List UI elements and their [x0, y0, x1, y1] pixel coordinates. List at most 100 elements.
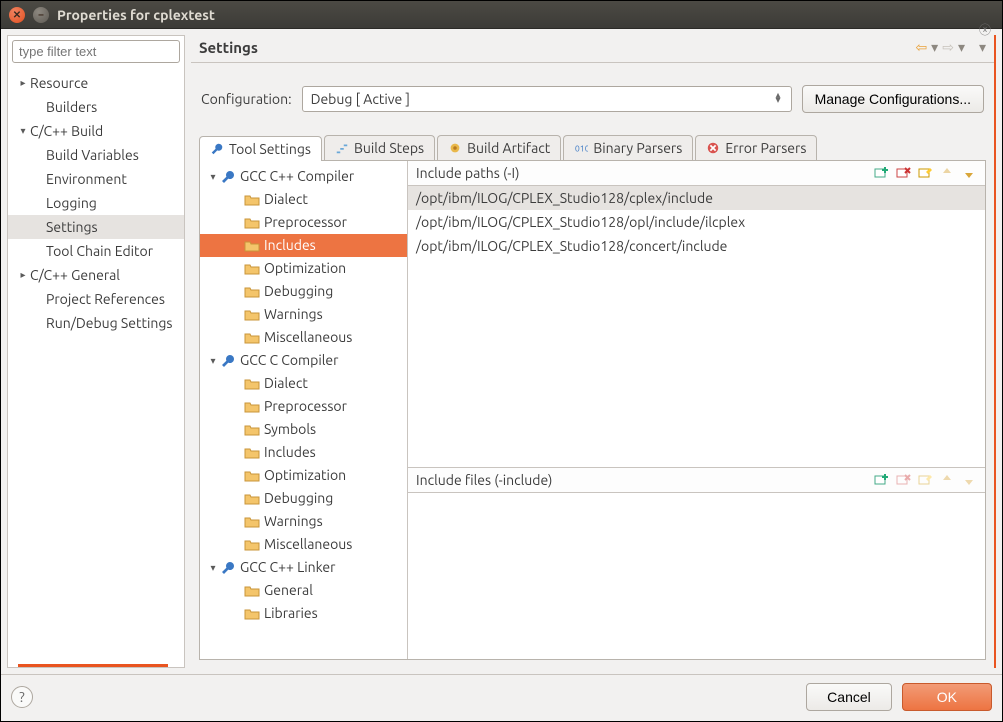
forward-icon[interactable]: [942, 39, 954, 56]
tool-tree-label: Preprocessor: [264, 395, 347, 418]
list-item[interactable]: /opt/ibm/ILOG/CPLEX_Studio128/concert/in…: [408, 234, 985, 258]
accent-bar: [18, 664, 168, 667]
sidebar-item[interactable]: ▸C/C++ General: [8, 263, 184, 287]
tree-twistie-icon[interactable]: ▾: [16, 120, 30, 142]
tool-tree-item[interactable]: Optimization: [200, 464, 407, 487]
list-item[interactable]: /opt/ibm/ILOG/CPLEX_Studio128/cplex/incl…: [408, 186, 985, 210]
list-item[interactable]: /opt/ibm/ILOG/CPLEX_Studio128/opl/includ…: [408, 210, 985, 234]
tool-tree-item[interactable]: ▾ GCC C++ Linker: [200, 556, 407, 579]
tool-tree-item[interactable]: Miscellaneous: [200, 326, 407, 349]
sidebar-item-label: Builders: [46, 96, 97, 118]
tool-tree-item[interactable]: Dialect: [200, 188, 407, 211]
window-minimize-icon[interactable]: –: [33, 7, 49, 23]
tree-twistie-icon[interactable]: ▸: [16, 72, 30, 94]
titlebar[interactable]: ✕ – Properties for cplextest: [1, 1, 1002, 29]
window-close-icon[interactable]: ✕: [9, 7, 25, 23]
sidebar-item[interactable]: Tool Chain Editor: [8, 239, 184, 263]
tree-twistie-icon[interactable]: ▾: [206, 165, 220, 188]
tool-tree-label: Preprocessor: [264, 211, 347, 234]
tool-tree-item[interactable]: Dialect: [200, 372, 407, 395]
sidebar-item-label: Logging: [46, 192, 97, 214]
move-down-icon[interactable]: [961, 472, 977, 488]
tool-tree-item[interactable]: Includes: [200, 441, 407, 464]
help-button[interactable]: ?: [11, 686, 33, 708]
sidebar-item-label: Project References: [46, 288, 165, 310]
folder-icon: [244, 537, 260, 553]
tab-label: Tool Settings: [229, 141, 311, 157]
tab-binary-parsers[interactable]: 010Binary Parsers: [563, 135, 693, 160]
tool-tree-label: GCC C++ Linker: [240, 556, 335, 579]
configuration-select[interactable]: Debug [ Active ]: [302, 86, 792, 112]
tool-tree[interactable]: ▾GCC C++ CompilerDialectPreprocessorIncl…: [200, 161, 408, 659]
move-up-icon[interactable]: [939, 472, 955, 488]
tool-tree-item[interactable]: Includes: [200, 234, 407, 257]
tool-tree-item[interactable]: Libraries: [200, 602, 407, 625]
folder-icon: [244, 422, 260, 438]
move-up-icon[interactable]: [939, 165, 955, 181]
category-tree[interactable]: ▸ResourceBuilders▾C/C++ BuildBuild Varia…: [8, 67, 184, 660]
tool-tree-item[interactable]: Preprocessor: [200, 395, 407, 418]
tree-twistie-icon[interactable]: ▸: [16, 264, 30, 286]
tool-tree-label: GCC C Compiler: [240, 349, 338, 372]
tool-tree-item[interactable]: ▾GCC C++ Compiler: [200, 165, 407, 188]
tool-tree-item[interactable]: Preprocessor: [200, 211, 407, 234]
sidebar-item[interactable]: ▾C/C++ Build: [8, 119, 184, 143]
tab-label: Build Steps: [354, 140, 424, 156]
sidebar-item[interactable]: ▸Resource: [8, 71, 184, 95]
tool-tree-label: Includes: [264, 441, 316, 464]
cancel-button[interactable]: Cancel: [806, 683, 892, 711]
svg-text:010: 010: [575, 144, 588, 154]
sidebar-item[interactable]: Settings: [8, 215, 184, 239]
folder-icon: [244, 376, 260, 392]
error-icon: [706, 141, 720, 155]
tool-tree-label: Debugging: [264, 487, 333, 510]
clear-filter-icon[interactable]: ⓧ: [979, 21, 991, 38]
add-icon[interactable]: [873, 472, 889, 488]
category-sidebar: ⓧ ▸ResourceBuilders▾C/C++ BuildBuild Var…: [7, 35, 185, 668]
tool-tree-item[interactable]: Warnings: [200, 510, 407, 533]
tab-build-steps[interactable]: Build Steps: [324, 135, 435, 160]
sidebar-item[interactable]: Environment: [8, 167, 184, 191]
edit-icon[interactable]: [917, 165, 933, 181]
tab-tool-settings[interactable]: Tool Settings: [199, 136, 322, 161]
add-icon[interactable]: [873, 165, 889, 181]
move-down-icon[interactable]: [961, 165, 977, 181]
manage-configurations-button[interactable]: Manage Configurations...: [802, 85, 984, 113]
sidebar-item[interactable]: Run/Debug Settings: [8, 311, 184, 335]
sidebar-item[interactable]: Project References: [8, 287, 184, 311]
delete-icon[interactable]: [895, 472, 911, 488]
include-files-toolbar: [873, 472, 977, 488]
tool-tree-item[interactable]: Symbols: [200, 418, 407, 441]
tool-tree-item[interactable]: Debugging: [200, 487, 407, 510]
ok-button[interactable]: OK: [902, 683, 992, 711]
tool-tree-label: Libraries: [264, 602, 318, 625]
tree-twistie-icon[interactable]: ▾: [206, 349, 220, 372]
tool-tree-item[interactable]: Debugging: [200, 280, 407, 303]
edit-icon[interactable]: [917, 472, 933, 488]
back-menu-icon[interactable]: [931, 39, 938, 56]
tool-tree-item[interactable]: Miscellaneous: [200, 533, 407, 556]
sidebar-item[interactable]: Builders: [8, 95, 184, 119]
view-menu-icon[interactable]: [979, 39, 986, 56]
delete-icon[interactable]: [895, 165, 911, 181]
tool-tree-label: Warnings: [264, 510, 323, 533]
back-icon[interactable]: [915, 39, 927, 56]
tree-twistie-icon[interactable]: ▾: [206, 556, 220, 579]
tool-tree-label: Includes: [264, 234, 316, 257]
tool-tree-item[interactable]: General: [200, 579, 407, 602]
folder-icon: [244, 261, 260, 277]
tab-build-artifact[interactable]: Build Artifact: [437, 135, 561, 160]
include-paths-list[interactable]: /opt/ibm/ILOG/CPLEX_Studio128/cplex/incl…: [408, 185, 985, 467]
include-files-list[interactable]: [408, 492, 985, 659]
page-toolbar: [915, 39, 986, 56]
tab-error-parsers[interactable]: Error Parsers: [695, 135, 817, 160]
settings-panel: Settings Configuration: Debug [ Active ]: [191, 35, 996, 668]
tool-tree-item[interactable]: Warnings: [200, 303, 407, 326]
forward-menu-icon[interactable]: [958, 39, 965, 56]
include-paths-toolbar: [873, 165, 977, 181]
tool-tree-item[interactable]: Optimization: [200, 257, 407, 280]
filter-input[interactable]: [12, 40, 180, 63]
sidebar-item[interactable]: Build Variables: [8, 143, 184, 167]
sidebar-item[interactable]: Logging: [8, 191, 184, 215]
tool-tree-item[interactable]: ▾ GCC C Compiler: [200, 349, 407, 372]
